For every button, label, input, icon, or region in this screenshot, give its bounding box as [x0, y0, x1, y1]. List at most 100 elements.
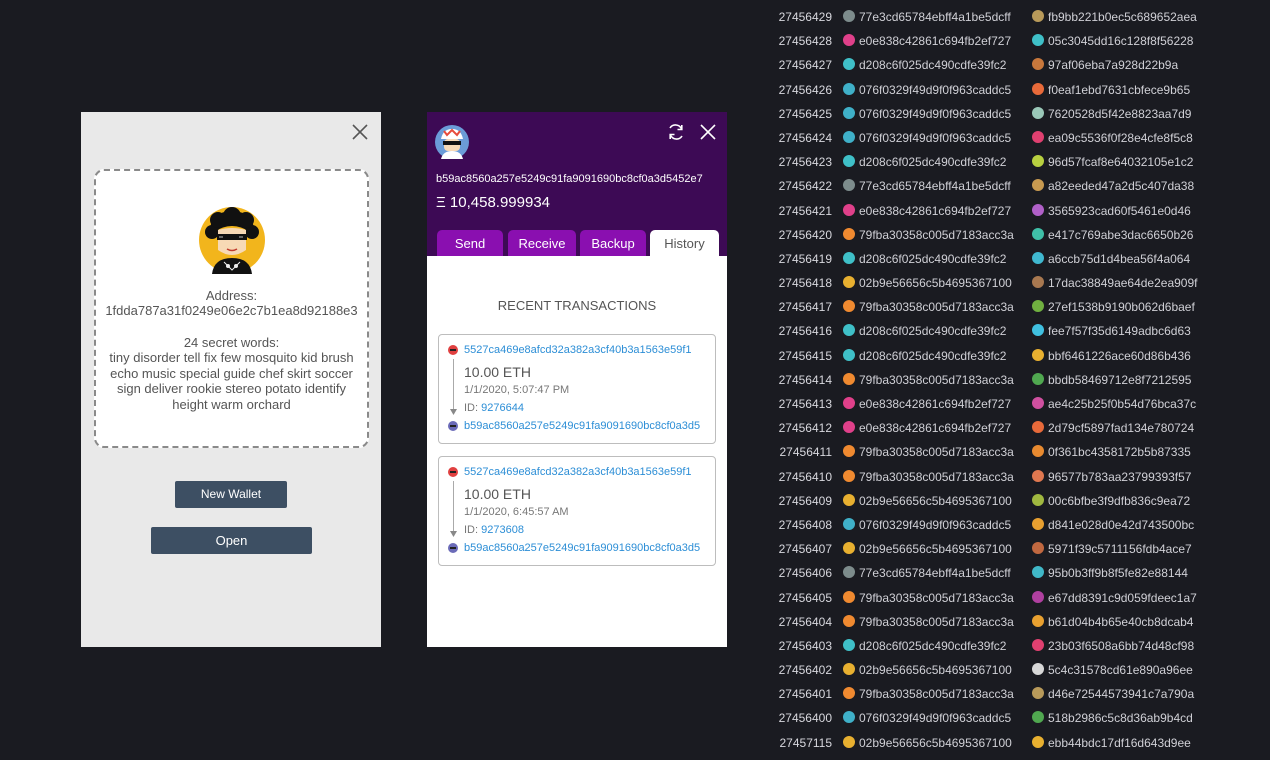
- block-hash[interactable]: fee7f57f35d6149adbc6d63: [1032, 324, 1212, 338]
- block-hash[interactable]: bbdb58469712e8f7212595: [1032, 372, 1212, 387]
- block-hash[interactable]: 96577b783aa23799393f57: [1032, 469, 1212, 484]
- miner-address[interactable]: 076f0329f49d9f0f963caddc5: [843, 517, 1025, 532]
- block-hash[interactable]: ea09c5536f0f28e4cfe8f5c8: [1032, 130, 1212, 145]
- block-number[interactable]: 27456409: [770, 494, 832, 508]
- block-hash[interactable]: d46e72544573941c7a790a: [1032, 687, 1212, 701]
- miner-address[interactable]: e0e838c42861c694fb2ef727: [843, 34, 1025, 48]
- block-number[interactable]: 27456422: [770, 179, 832, 193]
- block-number[interactable]: 27456419: [770, 252, 832, 266]
- block-number[interactable]: 27456426: [770, 83, 832, 97]
- miner-address[interactable]: 076f0329f49d9f0f963caddc5: [843, 711, 1025, 725]
- tx-id-link[interactable]: 9276644: [481, 402, 524, 414]
- miner-address[interactable]: d208c6f025dc490cdfe39fc2: [843, 324, 1025, 338]
- block-hash[interactable]: d841e028d0e42d743500bc: [1032, 517, 1212, 532]
- block-hash[interactable]: 5c4c31578cd61e890a96ee: [1032, 663, 1212, 677]
- block-hash[interactable]: e67dd8391c9d059fdeec1a7: [1032, 590, 1212, 605]
- block-number[interactable]: 27456402: [770, 663, 832, 677]
- block-number[interactable]: 27456429: [770, 10, 832, 24]
- block-hash[interactable]: 7620528d5f42e8823aa7d9: [1032, 106, 1212, 121]
- block-number[interactable]: 27456417: [770, 300, 832, 314]
- miner-address[interactable]: d208c6f025dc490cdfe39fc2: [843, 58, 1025, 72]
- block-hash[interactable]: 97af06eba7a928d22b9a: [1032, 58, 1212, 72]
- miner-address[interactable]: e0e838c42861c694fb2ef727: [843, 421, 1025, 435]
- block-hash[interactable]: 2d79cf5897fad134e780724: [1032, 421, 1212, 435]
- miner-address[interactable]: e0e838c42861c694fb2ef727: [843, 397, 1025, 411]
- miner-address[interactable]: 02b9e56656c5b4695367100: [843, 493, 1025, 508]
- open-button[interactable]: Open: [151, 527, 312, 554]
- miner-address[interactable]: 79fba30358c005d7183acc3a: [843, 227, 1025, 242]
- miner-address[interactable]: 076f0329f49d9f0f963caddc5: [843, 106, 1025, 121]
- block-number[interactable]: 27456400: [770, 711, 832, 725]
- miner-address[interactable]: e0e838c42861c694fb2ef727: [843, 203, 1025, 218]
- tx-to-address[interactable]: b59ac8560a257e5249c91fa9091690bc8cf0a3d5: [448, 542, 710, 554]
- miner-address[interactable]: 77e3cd65784ebff4a1be5dcff: [843, 10, 1025, 24]
- block-hash[interactable]: f0eaf1ebd7631cbfece9b65: [1032, 82, 1212, 97]
- tab-backup[interactable]: Backup: [580, 230, 646, 256]
- block-number[interactable]: 27456424: [770, 131, 832, 145]
- block-hash[interactable]: 27ef1538b9190b062d6baef: [1032, 300, 1212, 314]
- block-hash[interactable]: 23b03f6508a6bb74d48cf98: [1032, 638, 1212, 653]
- miner-address[interactable]: 79fba30358c005d7183acc3a: [843, 469, 1025, 484]
- miner-address[interactable]: 79fba30358c005d7183acc3a: [843, 372, 1025, 387]
- block-hash[interactable]: 0f361bc4358172b5b87335: [1032, 445, 1212, 459]
- block-number[interactable]: 27456404: [770, 615, 832, 629]
- block-number[interactable]: 27456406: [770, 566, 832, 580]
- block-number[interactable]: 27456413: [770, 397, 832, 411]
- block-hash[interactable]: 17dac38849ae64de2ea909f: [1032, 276, 1212, 290]
- miner-address[interactable]: 79fba30358c005d7183acc3a: [843, 590, 1025, 605]
- miner-address[interactable]: 79fba30358c005d7183acc3a: [843, 614, 1025, 629]
- tx-to-address[interactable]: b59ac8560a257e5249c91fa9091690bc8cf0a3d5: [448, 420, 710, 432]
- block-hash[interactable]: a82eeded47a2d5c407da38: [1032, 179, 1212, 193]
- block-number[interactable]: 27456421: [770, 204, 832, 218]
- miner-address[interactable]: 79fba30358c005d7183acc3a: [843, 445, 1025, 459]
- miner-address[interactable]: d208c6f025dc490cdfe39fc2: [843, 348, 1025, 363]
- block-number[interactable]: 27456403: [770, 639, 832, 653]
- miner-address[interactable]: 02b9e56656c5b4695367100: [843, 663, 1025, 677]
- block-hash[interactable]: e417c769abe3dac6650b26: [1032, 227, 1212, 242]
- block-hash[interactable]: 3565923cad60f5461e0d46: [1032, 203, 1212, 218]
- block-number[interactable]: 27456414: [770, 373, 832, 387]
- block-number[interactable]: 27456428: [770, 34, 832, 48]
- tab-send[interactable]: Send: [437, 230, 503, 256]
- miner-address[interactable]: 076f0329f49d9f0f963caddc5: [843, 82, 1025, 97]
- block-number[interactable]: 27456411: [770, 445, 833, 459]
- block-number[interactable]: 27456401: [770, 687, 832, 701]
- miner-address[interactable]: 77e3cd65784ebff4a1be5dcff: [843, 179, 1025, 193]
- block-number[interactable]: 27456410: [770, 470, 832, 484]
- tx-from-address[interactable]: 5527ca469e8afcd32a382a3cf40b3a1563e59f1: [448, 466, 710, 478]
- block-number[interactable]: 27456420: [770, 228, 832, 242]
- block-number[interactable]: 27457115: [770, 736, 833, 750]
- tab-receive[interactable]: Receive: [508, 230, 576, 256]
- miner-address[interactable]: 77e3cd65784ebff4a1be5dcff: [843, 566, 1025, 580]
- block-hash[interactable]: 518b2986c5c8d36ab9b4cd: [1032, 711, 1212, 725]
- close-icon[interactable]: [698, 122, 718, 142]
- block-hash[interactable]: b61d04b4b65e40cb8dcab4: [1032, 614, 1212, 629]
- miner-address[interactable]: d208c6f025dc490cdfe39fc2: [843, 251, 1025, 266]
- tx-id-link[interactable]: 9273608: [481, 524, 524, 536]
- miner-address[interactable]: d208c6f025dc490cdfe39fc2: [843, 155, 1025, 169]
- miner-address[interactable]: d208c6f025dc490cdfe39fc2: [843, 638, 1025, 653]
- block-number[interactable]: 27456407: [770, 542, 832, 556]
- miner-address[interactable]: 79fba30358c005d7183acc3a: [843, 300, 1025, 314]
- block-number[interactable]: 27456416: [770, 324, 832, 338]
- block-number[interactable]: 27456408: [770, 518, 832, 532]
- miner-address[interactable]: 02b9e56656c5b4695367100: [843, 276, 1025, 290]
- block-number[interactable]: 27456415: [770, 349, 832, 363]
- tab-history[interactable]: History: [650, 230, 719, 256]
- new-wallet-button[interactable]: New Wallet: [175, 481, 287, 508]
- miner-address[interactable]: 02b9e56656c5b4695367100: [843, 542, 1025, 556]
- block-number[interactable]: 27456412: [770, 421, 832, 435]
- block-number[interactable]: 27456418: [770, 276, 832, 290]
- tx-from-address[interactable]: 5527ca469e8afcd32a382a3cf40b3a1563e59f1: [448, 344, 710, 356]
- block-hash[interactable]: bbf6461226ace60d86b436: [1032, 348, 1212, 363]
- block-number[interactable]: 27456427: [770, 58, 832, 72]
- block-hash[interactable]: 95b0b3ff9b8f5fe82e88144: [1032, 566, 1212, 580]
- block-number[interactable]: 27456425: [770, 107, 832, 121]
- block-hash[interactable]: 00c6bfbe3f9dfb836c9ea72: [1032, 493, 1212, 508]
- block-hash[interactable]: 05c3045dd16c128f8f56228: [1032, 34, 1212, 48]
- block-hash[interactable]: fb9bb221b0ec5c689652aea: [1032, 10, 1212, 24]
- block-hash[interactable]: a6ccb75d1d4bea56f4a064: [1032, 251, 1212, 266]
- miner-address[interactable]: 02b9e56656c5b4695367100: [843, 735, 1025, 750]
- miner-address[interactable]: 79fba30358c005d7183acc3a: [843, 687, 1025, 701]
- miner-address[interactable]: 076f0329f49d9f0f963caddc5: [843, 130, 1025, 145]
